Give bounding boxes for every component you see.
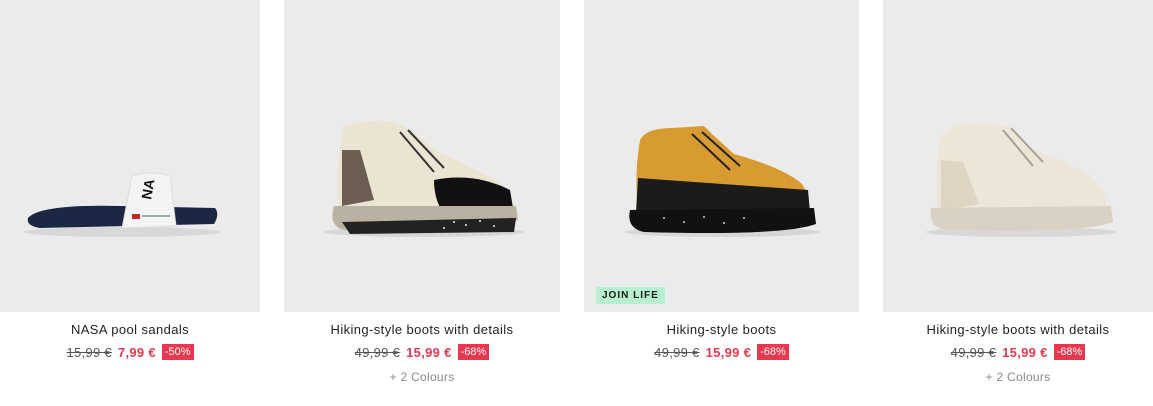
price-row: 15,99 € 7,99 € -50% [0,344,260,360]
product-image[interactable] [883,0,1153,312]
sale-price: 15,99 € [406,344,452,360]
price-row: 49,99 € 15,99 € -68% [584,344,859,360]
join-life-badge: JOIN LIFE [596,287,665,304]
boot-illustration [926,123,1116,237]
boot-illustration [624,126,820,237]
product-image[interactable]: NA [0,0,260,312]
colour-options-link[interactable]: + 2 Colours [284,370,560,384]
product-card[interactable]: NA NASA pool sandals 15,99 € 7,99 € -50% [0,0,260,406]
sale-price: 15,99 € [705,344,752,360]
price-row: 49,99 € 15,99 € -68% [883,344,1153,360]
product-name[interactable]: NASA pool sandals [0,322,260,337]
old-price: 49,99 € [354,344,401,360]
boot-illustration [324,120,524,237]
discount-badge: -50% [161,344,194,360]
old-price: 49,99 € [950,344,997,360]
product-name[interactable]: Hiking-style boots with details [284,322,560,337]
discount-badge: -68% [457,344,490,360]
discount-badge: -68% [1053,344,1086,360]
discount-badge: -68% [757,344,789,360]
old-price: 49,99 € [654,344,700,360]
product-card[interactable]: JOIN LIFE Hiking-style boots 49,99 € 15,… [584,0,859,406]
colour-options-link[interactable]: + 2 Colours [883,370,1153,384]
product-image[interactable] [284,0,560,312]
product-name[interactable]: Hiking-style boots with details [883,322,1153,337]
product-card[interactable]: Hiking-style boots with details 49,99 € … [883,0,1153,406]
old-price: 15,99 € [66,344,112,360]
sale-price: 7,99 € [117,344,156,360]
product-name[interactable]: Hiking-style boots [584,322,859,337]
sandal-illustration: NA [24,172,220,237]
price-row: 49,99 € 15,99 € -68% [284,344,560,360]
sale-price: 15,99 € [1002,344,1048,360]
product-image[interactable] [584,0,859,312]
product-card[interactable]: Hiking-style boots with details 49,99 € … [284,0,560,406]
